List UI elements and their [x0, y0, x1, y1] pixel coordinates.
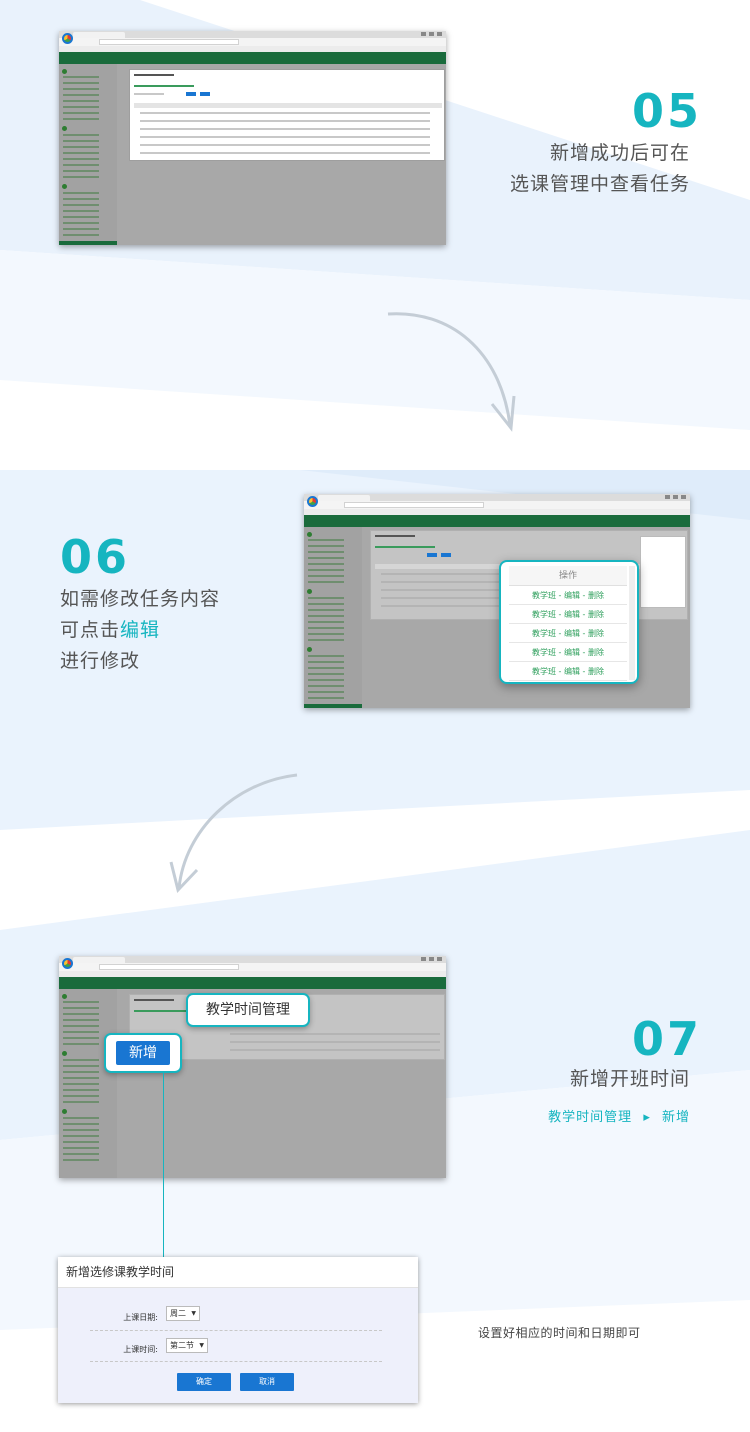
popup-scrollbar[interactable] [629, 566, 635, 680]
step-line-prefix: 可点击 [60, 619, 121, 641]
dialog-title: 新增选修课教学时间 [58, 1257, 418, 1288]
operation-header: 操作 [509, 566, 627, 586]
step-line: 可点击编辑 [60, 615, 300, 646]
operation-row-actions[interactable]: 教学班 - 编辑 - 删除 [509, 643, 627, 662]
dialog-body: 上课日期: 周二 ▼ 上课时间: 第二节 ▼ 确定 取消 [58, 1288, 418, 1403]
date-select[interactable]: 周二 ▼ [166, 1306, 200, 1321]
operation-row-actions[interactable]: 教学班 - 编辑 - 删除 [509, 605, 627, 624]
date-label: 上课日期: [123, 1313, 158, 1322]
operation-row-actions[interactable]: 教学班 - 编辑 - 删除 [509, 624, 627, 643]
step-line: 选课管理中查看任务 [509, 173, 690, 195]
step-line: 如需修改任务内容 [60, 588, 221, 610]
new-button-callout: 新增 [104, 1033, 182, 1073]
browser-logo-icon [62, 958, 73, 969]
teaching-time-callout[interactable]: 教学时间管理 [186, 993, 310, 1027]
callout-label: 教学时间管理 [206, 1002, 290, 1018]
arrow-down-right-icon [387, 312, 516, 432]
step-description: 如需修改任务内容 可点击编辑 进行修改 [60, 584, 300, 677]
confirm-button[interactable]: 确定 [177, 1373, 231, 1391]
menu-path-arrow-icon: ▸ [643, 1110, 651, 1125]
chevron-down-icon: ▼ [199, 1342, 204, 1349]
step-title: 新增开班时间 [569, 1068, 690, 1090]
arrow-down-left-icon [169, 773, 298, 894]
new-teaching-time-dialog: 新增选修课教学时间 上课日期: 周二 ▼ 上课时间: 第二节 ▼ 确定 取消 [58, 1257, 418, 1403]
operation-column-zoom: 操作 教学班 - 编辑 - 删除 教学班 - 编辑 - 删除 教学班 - 编辑 … [499, 560, 639, 684]
menu-path: 教学时间管理 ▸ 新增 [450, 1106, 690, 1125]
step-description: 新增成功后可在 选课管理中查看任务 [420, 138, 690, 200]
callout-connector [163, 1073, 164, 1269]
divider [90, 1361, 382, 1362]
edit-highlight: 编辑 [120, 619, 161, 641]
step-line: 进行修改 [60, 650, 141, 672]
divider [90, 1330, 382, 1331]
new-button[interactable]: 新增 [116, 1041, 170, 1065]
operation-row-actions[interactable]: 教学班 - 编辑 - 删除 [509, 662, 627, 681]
step-number: 05 [632, 84, 703, 138]
browser-logo-icon [307, 496, 318, 507]
date-select-value: 周二 [170, 1309, 186, 1318]
instruction-note: 设置好相应的时间和日期即可 [478, 1326, 641, 1340]
menu-path-a: 教学时间管理 [548, 1110, 633, 1125]
chevron-down-icon: ▼ [191, 1310, 196, 1317]
browser-logo-icon [62, 33, 73, 44]
time-select[interactable]: 第二节 ▼ [166, 1338, 208, 1353]
cancel-button[interactable]: 取消 [240, 1373, 294, 1391]
screenshot-course-list [59, 31, 446, 245]
step-number: 06 [60, 530, 131, 584]
menu-path-b: 新增 [661, 1110, 690, 1125]
operation-row-actions[interactable]: 教学班 - 编辑 - 删除 [509, 586, 627, 605]
time-label: 上课时间: [123, 1345, 158, 1354]
step-number: 07 [632, 1012, 703, 1066]
time-select-value: 第二节 [170, 1341, 194, 1350]
step-line: 新增成功后可在 [549, 142, 690, 164]
